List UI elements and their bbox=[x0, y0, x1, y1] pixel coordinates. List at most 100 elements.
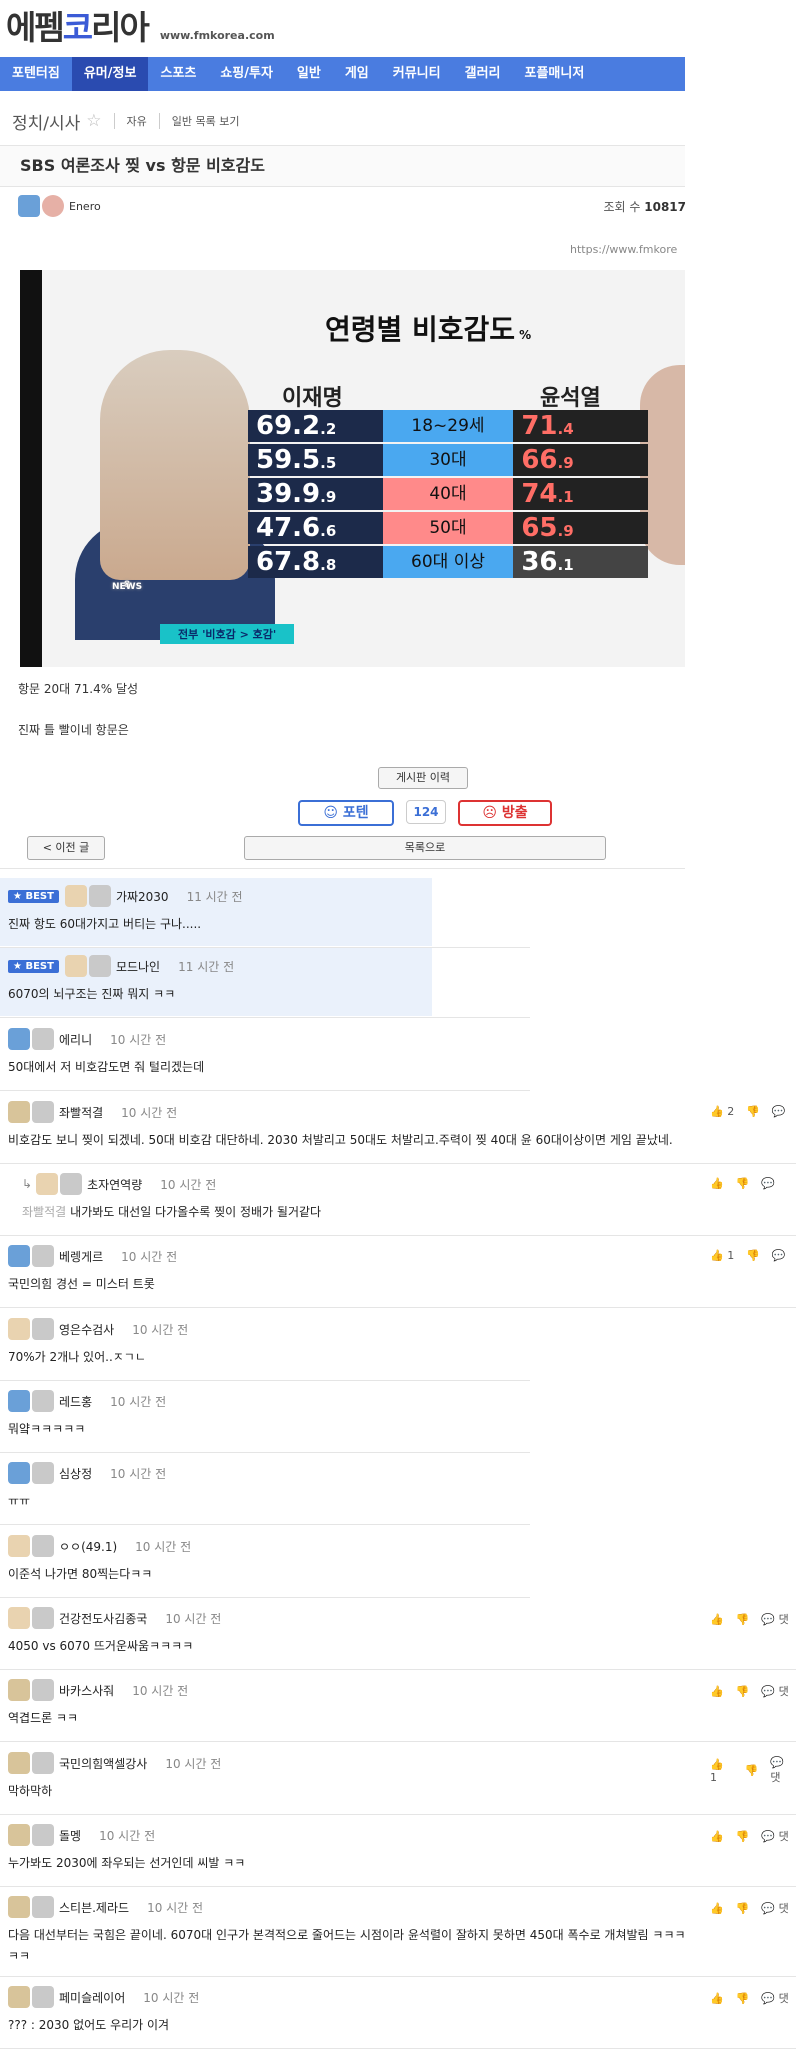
comment-author[interactable]: 레드홍 bbox=[59, 1393, 92, 1410]
level-icon bbox=[8, 1462, 30, 1484]
chart-unit: % bbox=[519, 328, 532, 342]
yoon-value: 74.1 bbox=[513, 478, 649, 510]
chart-title: 연령별 비호감도% bbox=[325, 313, 532, 346]
comment-time: 10 시간 전 bbox=[132, 1683, 189, 1698]
comment-author[interactable]: 바카스사줘 bbox=[59, 1682, 114, 1699]
reply-icon[interactable]: 💬 댓 bbox=[761, 1900, 788, 1916]
politician-photo-left bbox=[100, 350, 250, 580]
thumbs-up-icon[interactable]: 👍 bbox=[710, 1902, 724, 1915]
poll-row: 47.6.6 50대 65.9 bbox=[248, 512, 649, 544]
comment-time: 10 시간 전 bbox=[135, 1539, 192, 1554]
thumbs-up-icon[interactable]: 👍 bbox=[710, 1613, 724, 1626]
lee-value: 59.5.5 bbox=[248, 444, 383, 476]
reply-icon[interactable]: 💬 bbox=[761, 1177, 775, 1190]
nav-item-general[interactable]: 일반 bbox=[285, 57, 333, 91]
logo-text-b: 코 bbox=[62, 8, 93, 47]
avatar bbox=[32, 1390, 54, 1412]
board-title[interactable]: 정치/시사 bbox=[12, 109, 80, 134]
board-link-list[interactable]: 일반 목록 보기 bbox=[158, 113, 240, 129]
star-icon[interactable]: ☆ bbox=[86, 111, 101, 131]
comment-author[interactable]: 건강전도사김종국 bbox=[59, 1610, 147, 1627]
level-icon bbox=[8, 1896, 30, 1918]
comment-author[interactable]: 국민의힘액셀강사 bbox=[59, 1755, 147, 1772]
thumbs-up-icon[interactable]: 👍 bbox=[710, 1685, 724, 1698]
reply-icon[interactable]: 💬 댓 bbox=[761, 1611, 788, 1627]
author-name[interactable]: Enero bbox=[69, 200, 101, 213]
comment-author[interactable]: ㅇㅇ(49.1) bbox=[59, 1538, 117, 1555]
comment-author[interactable]: 페미슬레이어 bbox=[59, 1989, 125, 2006]
comment-author[interactable]: 베렝게르 bbox=[59, 1248, 103, 1265]
nav-item-sports[interactable]: 스포츠 bbox=[148, 57, 208, 91]
reply-icon[interactable]: 💬 댓 bbox=[761, 1828, 788, 1844]
thumbs-up-icon[interactable]: 👍 bbox=[710, 1177, 724, 1190]
site-url: www.fmkorea.com bbox=[159, 29, 275, 42]
comment-text: 비호감도 보니 찢이 되겠네. 50대 비호감 대단하네. 2030 처발리고 … bbox=[8, 1133, 673, 1147]
level-icon bbox=[8, 1028, 30, 1050]
view-count: 조회 수 10817 bbox=[603, 198, 686, 215]
comment-author[interactable]: 돌멩 bbox=[59, 1827, 81, 1844]
reply-icon[interactable]: 💬 댓 bbox=[761, 1990, 788, 2006]
divider bbox=[0, 1524, 530, 1525]
divider bbox=[0, 1597, 530, 1598]
comment-author[interactable]: 심상정 bbox=[59, 1465, 92, 1482]
board-link-free[interactable]: 자유 bbox=[113, 113, 147, 129]
poll-row: 67.8.8 60대 이상 36.1 bbox=[248, 546, 649, 578]
poll-row: 39.9.9 40대 74.1 bbox=[248, 478, 649, 510]
nav-item-poten[interactable]: 포텐터짐 bbox=[0, 57, 72, 91]
thumbs-down-icon[interactable]: 👎 bbox=[746, 1249, 760, 1262]
thumbs-down-icon[interactable]: 👎 bbox=[736, 1177, 750, 1190]
thumbs-up-icon[interactable]: 👍 1 bbox=[710, 1758, 733, 1784]
avatar bbox=[32, 1462, 54, 1484]
nav-item-popmanager[interactable]: 포플매니저 bbox=[513, 57, 597, 91]
nav-item-community[interactable]: 커뮤니티 bbox=[381, 57, 453, 91]
reply-icon[interactable]: 💬 댓 bbox=[770, 1756, 796, 1785]
nav-item-humor[interactable]: 유머/정보 bbox=[71, 57, 149, 91]
avatar bbox=[32, 1245, 54, 1267]
list-button[interactable]: 목록으로 bbox=[244, 836, 606, 860]
comment-author[interactable]: 에리니 bbox=[59, 1031, 92, 1048]
thumbs-up-icon[interactable]: 👍 2 bbox=[710, 1105, 734, 1118]
lee-value: 39.9.9 bbox=[248, 478, 383, 510]
main-nav: 포텐터짐 유머/정보 스포츠 쇼핑/투자 일반 게임 커뮤니티 갤러리 포플매니… bbox=[0, 57, 685, 91]
level-icon bbox=[8, 1318, 30, 1340]
nav-item-shopping[interactable]: 쇼핑/투자 bbox=[208, 57, 285, 91]
board-history-button[interactable]: 게시판 이력 bbox=[378, 767, 468, 789]
thumbs-up-icon[interactable]: 👍 1 bbox=[710, 1249, 734, 1262]
comment-author[interactable]: 좌빨적결 bbox=[59, 1104, 103, 1121]
thumbs-down-icon[interactable]: 👎 bbox=[746, 1105, 760, 1118]
thumbs-down-icon[interactable]: 👎 bbox=[736, 1685, 750, 1698]
reply-icon[interactable]: 💬 bbox=[772, 1105, 786, 1118]
poll-table: 69.2.2 18~29세 71.4 59.5.5 30대 66.9 39.9.9 40대 74… bbox=[248, 410, 649, 580]
comment-actions: 👍 1 👎 💬 댓 bbox=[710, 1756, 796, 1785]
reply-target: 좌빨적결 bbox=[22, 1205, 67, 1219]
view-count-label: 조회 수 bbox=[603, 199, 641, 214]
site-logo[interactable]: 에펨코리아 www.fmkorea.com bbox=[6, 0, 275, 48]
comment-time: 11 시간 전 bbox=[186, 889, 243, 904]
thumbs-down-icon[interactable]: 👎 bbox=[745, 1764, 759, 1777]
comment-author[interactable]: 가짜2030 bbox=[116, 888, 169, 905]
poten-label: 포텐 bbox=[342, 805, 369, 821]
thumbs-up-icon[interactable]: 👍 bbox=[710, 1992, 724, 2005]
comment-author[interactable]: 영은수검사 bbox=[59, 1321, 114, 1338]
nav-item-gallery[interactable]: 갤러리 bbox=[453, 57, 513, 91]
logo-text-a: 에펨 bbox=[6, 8, 65, 47]
reply-icon[interactable]: 💬 bbox=[772, 1249, 786, 1262]
comment-text: 역겹드론 ㅋㅋ bbox=[8, 1711, 79, 1725]
poten-vote-button[interactable]: ☺ 포텐 bbox=[298, 800, 394, 826]
comment-text: 70%가 2개나 있어..ㅈㄱㄴ bbox=[8, 1350, 146, 1364]
avatar bbox=[32, 1896, 54, 1918]
comment-author[interactable]: 모드나인 bbox=[116, 958, 160, 975]
thumbs-down-icon[interactable]: 👎 bbox=[736, 1830, 750, 1843]
source-url[interactable]: https://www.fmkore bbox=[570, 243, 677, 256]
thumbs-down-icon[interactable]: 👎 bbox=[736, 1992, 750, 2005]
comment-author[interactable]: 스티븐.제라드 bbox=[59, 1899, 129, 1916]
thumbs-down-icon[interactable]: 👎 bbox=[736, 1902, 750, 1915]
nav-item-game[interactable]: 게임 bbox=[333, 57, 381, 91]
bangchul-vote-button[interactable]: ☹ 방출 bbox=[458, 800, 552, 826]
thumbs-down-icon[interactable]: 👎 bbox=[736, 1613, 750, 1626]
prev-post-button[interactable]: < 이전 글 bbox=[27, 836, 105, 860]
thumbs-up-icon[interactable]: 👍 bbox=[710, 1830, 724, 1843]
reply-icon[interactable]: 💬 댓 bbox=[761, 1683, 788, 1699]
comment: ↳ 초자연역량 10 시간 전 좌빨적결 내가봐도 대선일 다가올수록 찢이 정배가 될… bbox=[22, 1173, 321, 1220]
comment-author[interactable]: 초자연역량 bbox=[87, 1176, 142, 1193]
